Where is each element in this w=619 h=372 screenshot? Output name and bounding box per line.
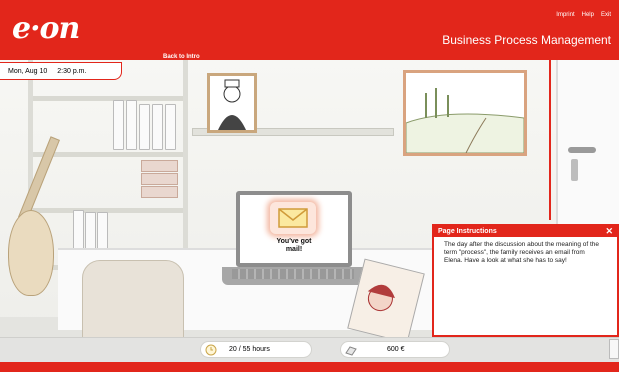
mail-envelope-icon[interactable] <box>270 202 316 234</box>
help-link[interactable]: Help <box>582 12 594 18</box>
money-counter: 600 € <box>340 341 450 358</box>
hours-counter: 20 / 55 hours <box>200 341 312 358</box>
instructions-header: Page Instructions ✕ <box>434 226 617 237</box>
close-icon[interactable]: ✕ <box>605 226 613 237</box>
app-window: e·on Imprint Help Exit Business Process … <box>0 0 619 372</box>
date-time-tab: Mon, Aug 10 2:30 p.m. <box>0 62 122 80</box>
wall-divider <box>549 60 551 220</box>
door-handle <box>568 147 596 153</box>
instructions-title: Page Instructions <box>438 228 497 235</box>
hours-value: 20 / 55 hours <box>229 346 270 353</box>
page-instructions-panel: Page Instructions ✕ The day after the di… <box>432 224 619 337</box>
exit-link[interactable]: Exit <box>601 12 611 18</box>
door-lock <box>571 159 578 181</box>
instructions-text: The day after the discussion about the m… <box>444 241 600 264</box>
app-title: Business Process Management <box>442 33 611 47</box>
eon-logo: e·on <box>12 11 80 46</box>
guitar <box>8 210 54 296</box>
imprint-link[interactable]: Imprint <box>556 12 574 18</box>
current-date: Mon, Aug 10 <box>8 68 48 75</box>
top-links: Imprint Help Exit <box>556 12 611 18</box>
header-bar: e·on Imprint Help Exit Business Process … <box>0 0 619 60</box>
mail-notification-text[interactable]: You've got mail! <box>254 238 334 254</box>
current-time: 2:30 p.m. <box>57 68 87 75</box>
clock-icon <box>205 344 217 356</box>
notepad-icon[interactable] <box>609 339 619 359</box>
laptop-keyboard <box>232 269 354 279</box>
landscape-painting <box>403 70 527 156</box>
footer-bar <box>0 362 619 372</box>
money-value: 600 € <box>387 346 405 353</box>
back-to-intro-link[interactable]: Back to Intro <box>160 54 203 60</box>
chair <box>82 260 184 342</box>
money-icon <box>345 346 357 356</box>
chef-photo-frame <box>207 73 257 133</box>
